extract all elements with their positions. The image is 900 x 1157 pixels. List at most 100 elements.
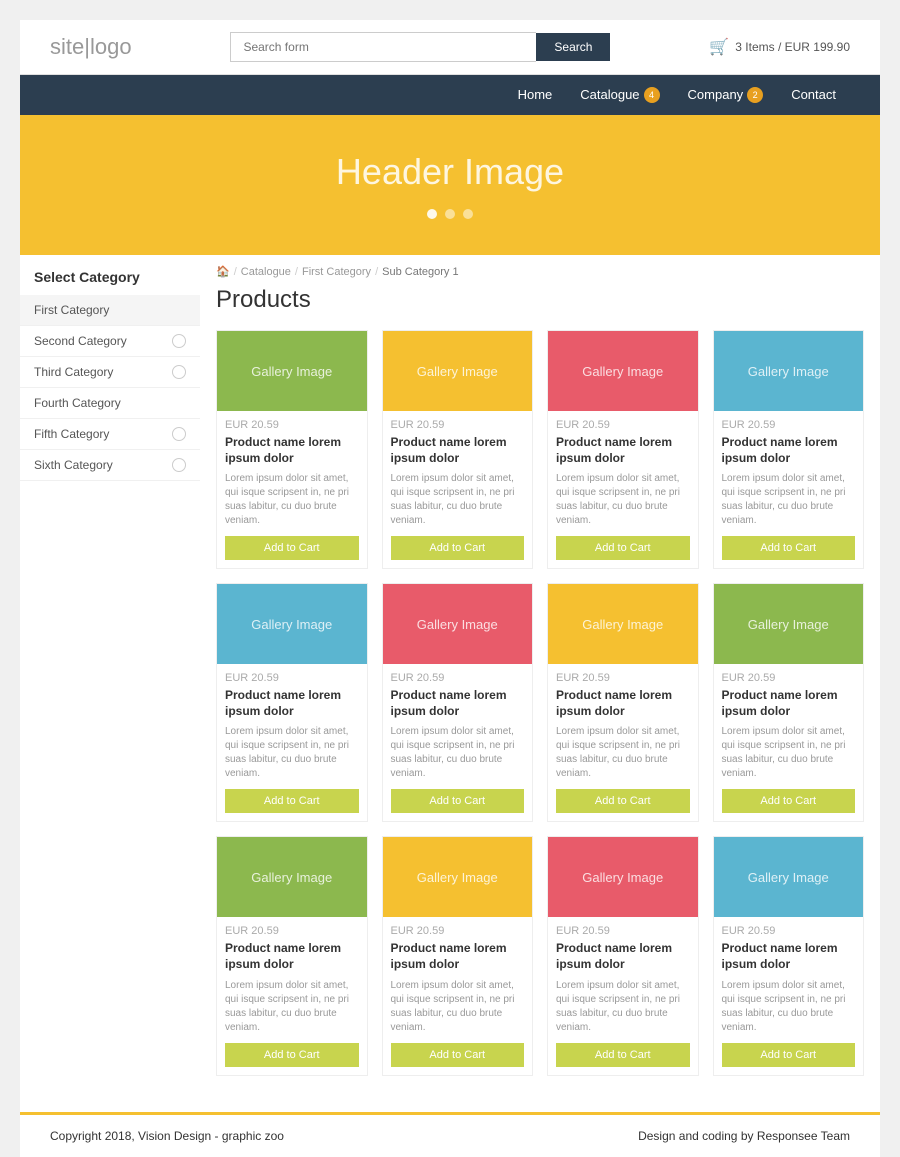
- product-name: Product name lorem ipsum dolor: [225, 688, 359, 719]
- product-card: Gallery Image EUR 20.59 Product name lor…: [382, 836, 534, 1075]
- add-to-cart-button[interactable]: Add to Cart: [225, 1043, 359, 1067]
- product-price: EUR 20.59: [225, 672, 359, 684]
- product-info: EUR 20.59 Product name lorem ipsum dolor…: [714, 664, 864, 821]
- product-desc: Lorem ipsum dolor sit amet, qui isque sc…: [556, 979, 690, 1035]
- banner: Header Image: [20, 115, 880, 255]
- product-info: EUR 20.59 Product name lorem ipsum dolor…: [217, 411, 367, 568]
- product-image: Gallery Image: [548, 837, 698, 917]
- product-price: EUR 20.59: [225, 419, 359, 431]
- dot-1[interactable]: [427, 209, 437, 219]
- product-price: EUR 20.59: [556, 925, 690, 937]
- product-image: Gallery Image: [383, 837, 533, 917]
- add-to-cart-button[interactable]: Add to Cart: [391, 1043, 525, 1067]
- search-button[interactable]: Search: [536, 33, 610, 61]
- company-badge: 2: [747, 87, 763, 103]
- sidebar-item-third[interactable]: Third Category: [20, 357, 200, 388]
- breadcrumb-sub-category: Sub Category 1: [382, 266, 458, 278]
- product-card: Gallery Image EUR 20.59 Product name lor…: [547, 836, 699, 1075]
- add-to-cart-button[interactable]: Add to Cart: [722, 1043, 856, 1067]
- sidebar-label-sixth: Sixth Category: [34, 458, 113, 472]
- sidebar-label-second: Second Category: [34, 334, 127, 348]
- product-image: Gallery Image: [217, 584, 367, 664]
- add-to-cart-button[interactable]: Add to Cart: [391, 536, 525, 560]
- add-to-cart-button[interactable]: Add to Cart: [225, 536, 359, 560]
- product-desc: Lorem ipsum dolor sit amet, qui isque sc…: [225, 979, 359, 1035]
- sidebar-label-fifth: Fifth Category: [34, 427, 109, 441]
- gallery-image-label: Gallery Image: [582, 617, 663, 632]
- product-card: Gallery Image EUR 20.59 Product name lor…: [547, 583, 699, 822]
- cart-info[interactable]: 🛒 3 Items / EUR 199.90: [709, 37, 850, 57]
- add-to-cart-button[interactable]: Add to Cart: [556, 1043, 690, 1067]
- product-name: Product name lorem ipsum dolor: [391, 941, 525, 972]
- product-image: Gallery Image: [714, 584, 864, 664]
- products-area: 🏠 / Catalogue / First Category / Sub Cat…: [200, 255, 880, 1092]
- product-info: EUR 20.59 Product name lorem ipsum dolor…: [548, 664, 698, 821]
- footer-credit: Design and coding by Responsee Team: [638, 1129, 850, 1143]
- add-to-cart-button[interactable]: Add to Cart: [722, 536, 856, 560]
- logo: site|logo: [50, 34, 132, 60]
- nav-home[interactable]: Home: [504, 75, 567, 115]
- gallery-image-label: Gallery Image: [417, 617, 498, 632]
- product-name: Product name lorem ipsum dolor: [391, 435, 525, 466]
- product-price: EUR 20.59: [722, 419, 856, 431]
- nav-contact[interactable]: Contact: [777, 75, 850, 115]
- product-card: Gallery Image EUR 20.59 Product name lor…: [547, 330, 699, 569]
- product-name: Product name lorem ipsum dolor: [556, 941, 690, 972]
- add-to-cart-button[interactable]: Add to Cart: [391, 789, 525, 813]
- search-input[interactable]: [230, 32, 536, 62]
- nav-company[interactable]: Company 2: [674, 75, 778, 115]
- gallery-image-label: Gallery Image: [748, 617, 829, 632]
- product-info: EUR 20.59 Product name lorem ipsum dolor…: [217, 917, 367, 1074]
- sidebar-dot-third: [172, 365, 186, 379]
- product-image: Gallery Image: [714, 837, 864, 917]
- nav-bar: Home Catalogue 4 Company 2 Contact: [20, 75, 880, 115]
- product-image: Gallery Image: [383, 331, 533, 411]
- product-info: EUR 20.59 Product name lorem ipsum dolor…: [548, 411, 698, 568]
- product-desc: Lorem ipsum dolor sit amet, qui isque sc…: [391, 472, 525, 528]
- search-area: Search: [230, 32, 610, 62]
- footer: Copyright 2018, Vision Design - graphic …: [20, 1112, 880, 1157]
- product-info: EUR 20.59 Product name lorem ipsum dolor…: [383, 664, 533, 821]
- product-name: Product name lorem ipsum dolor: [722, 941, 856, 972]
- sidebar-item-fifth[interactable]: Fifth Category: [20, 419, 200, 450]
- add-to-cart-button[interactable]: Add to Cart: [225, 789, 359, 813]
- product-card: Gallery Image EUR 20.59 Product name lor…: [382, 330, 534, 569]
- product-card: Gallery Image EUR 20.59 Product name lor…: [382, 583, 534, 822]
- cart-icon: 🛒: [709, 37, 729, 57]
- sidebar-item-fourth[interactable]: Fourth Category: [20, 388, 200, 419]
- product-price: EUR 20.59: [225, 925, 359, 937]
- sidebar-dot-second: [172, 334, 186, 348]
- add-to-cart-button[interactable]: Add to Cart: [556, 536, 690, 560]
- product-desc: Lorem ipsum dolor sit amet, qui isque sc…: [556, 472, 690, 528]
- breadcrumb-catalogue[interactable]: Catalogue: [241, 266, 291, 278]
- gallery-image-label: Gallery Image: [748, 870, 829, 885]
- nav-catalogue[interactable]: Catalogue 4: [566, 75, 673, 115]
- sidebar-label-fourth: Fourth Category: [34, 396, 121, 410]
- dot-2[interactable]: [445, 209, 455, 219]
- product-price: EUR 20.59: [391, 925, 525, 937]
- product-image: Gallery Image: [217, 837, 367, 917]
- add-to-cart-button[interactable]: Add to Cart: [556, 789, 690, 813]
- sidebar-dot-fifth: [172, 427, 186, 441]
- product-image: Gallery Image: [548, 331, 698, 411]
- gallery-image-label: Gallery Image: [417, 364, 498, 379]
- add-to-cart-button[interactable]: Add to Cart: [722, 789, 856, 813]
- product-price: EUR 20.59: [722, 925, 856, 937]
- product-price: EUR 20.59: [556, 419, 690, 431]
- breadcrumb-first-category[interactable]: First Category: [302, 266, 371, 278]
- product-desc: Lorem ipsum dolor sit amet, qui isque sc…: [391, 725, 525, 781]
- gallery-image-label: Gallery Image: [251, 617, 332, 632]
- breadcrumb-home[interactable]: 🏠: [216, 265, 230, 278]
- sidebar-item-sixth[interactable]: Sixth Category: [20, 450, 200, 481]
- product-price: EUR 20.59: [556, 672, 690, 684]
- product-name: Product name lorem ipsum dolor: [225, 941, 359, 972]
- sidebar-item-first[interactable]: First Category: [20, 295, 200, 326]
- cart-text: 3 Items / EUR 199.90: [735, 40, 850, 54]
- product-name: Product name lorem ipsum dolor: [722, 435, 856, 466]
- sidebar-item-second[interactable]: Second Category: [20, 326, 200, 357]
- product-info: EUR 20.59 Product name lorem ipsum dolor…: [714, 411, 864, 568]
- sidebar-dot-sixth: [172, 458, 186, 472]
- dot-3[interactable]: [463, 209, 473, 219]
- sidebar-title: Select Category: [20, 269, 200, 295]
- top-header: site|logo Search 🛒 3 Items / EUR 199.90: [20, 20, 880, 75]
